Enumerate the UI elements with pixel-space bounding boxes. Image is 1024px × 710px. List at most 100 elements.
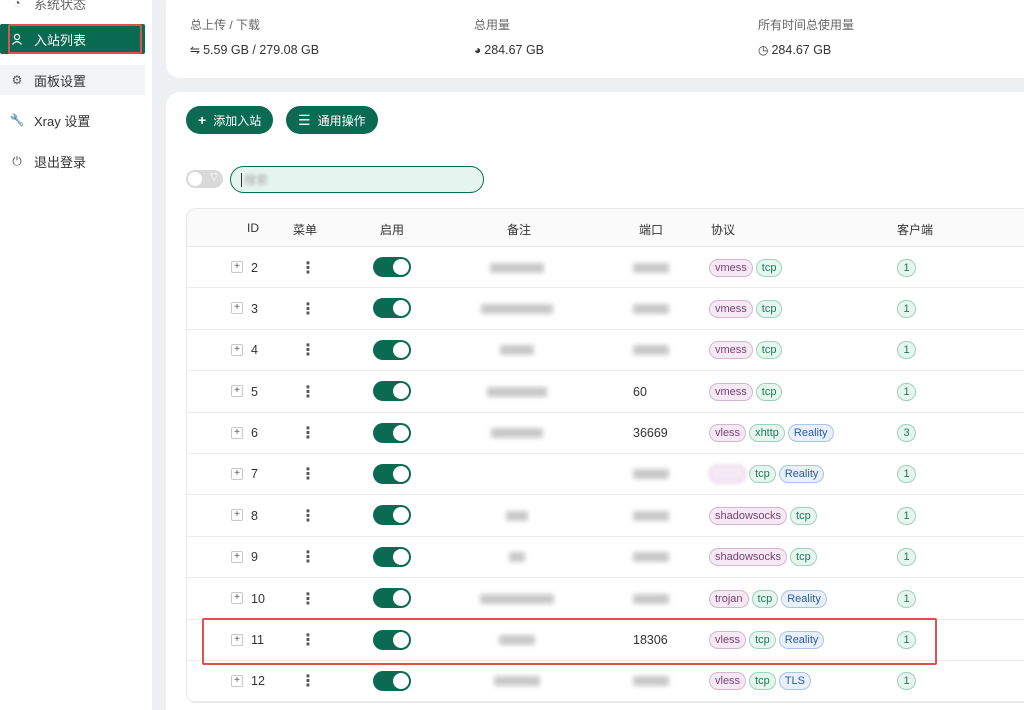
table-row[interactable]: +10 ⋮ trojan tcp Reality 1 <box>187 578 1024 620</box>
expand-icon[interactable]: + <box>231 509 243 522</box>
redacted-text <box>509 552 525 563</box>
more-menu-icon[interactable]: ⋮ <box>300 537 316 578</box>
client-count-badge[interactable]: 1 <box>897 465 916 484</box>
client-count-badge[interactable]: 1 <box>897 589 916 608</box>
enable-switch[interactable] <box>373 339 411 360</box>
client-count-badge[interactable]: 1 <box>897 672 916 691</box>
row-id: 11 <box>251 633 264 648</box>
sidebar-item-status[interactable]: ◔ 系统状态 <box>0 0 145 18</box>
enable-switch[interactable] <box>373 422 411 443</box>
table-row[interactable]: +9 ⋮ shadowsocks tcp 1 <box>187 537 1024 579</box>
protocol-tag: tcp <box>751 589 779 608</box>
expand-icon[interactable]: + <box>231 343 243 356</box>
clients-cell: 1 <box>897 495 916 536</box>
port-value: 36669 <box>633 426 668 441</box>
sidebar: ◔ 系统状态 入站列表 ⚙ 面板设置 🔧 Xray 设置 ⏻ 退出登录 <box>0 0 152 710</box>
expand-icon[interactable]: + <box>231 385 243 398</box>
enable-switch[interactable] <box>373 588 411 609</box>
expand-icon[interactable]: + <box>231 426 243 439</box>
client-count-badge[interactable]: 1 <box>897 299 916 318</box>
protocol-cell: vless xhttp Reality <box>709 413 837 454</box>
table-row[interactable]: +8 ⋮ shadowsocks tcp 1 <box>187 495 1024 537</box>
clients-cell: 3 <box>897 413 916 454</box>
expand-icon[interactable]: + <box>231 467 243 480</box>
table-row[interactable]: +3 ⋮ vmess tcp 1 <box>187 288 1024 330</box>
switch-knob <box>393 424 409 441</box>
enable-switch[interactable] <box>373 505 411 526</box>
client-count-badge[interactable]: 1 <box>897 341 916 360</box>
client-count-badge[interactable]: 1 <box>897 548 916 567</box>
table-row[interactable]: +2 ⋮ vmess tcp 1 <box>187 247 1024 289</box>
more-menu-icon[interactable]: ⋮ <box>300 661 316 702</box>
enable-switch[interactable] <box>373 463 411 484</box>
expand-icon[interactable]: + <box>231 592 243 605</box>
table-row[interactable]: +5 ⋮ 60 vmess tcp 1 <box>187 371 1024 413</box>
clients-cell: 1 <box>897 620 916 661</box>
protocol-tag: shadowsocks <box>709 548 788 567</box>
logout-icon: ⏻ <box>12 153 22 168</box>
more-menu-icon[interactable]: ⋮ <box>300 330 316 371</box>
expand-icon[interactable]: + <box>231 674 243 687</box>
protocol-tag: vmess <box>709 341 753 360</box>
sidebar-item-label: 入站列表 <box>34 32 87 48</box>
client-count-badge[interactable]: 1 <box>897 382 916 401</box>
expand-icon[interactable]: + <box>231 302 243 315</box>
table-row[interactable]: +11 ⋮ 18306 vless tcp Reality 1 <box>187 620 1024 661</box>
client-count-badge[interactable]: 1 <box>897 258 916 277</box>
row-id: 6 <box>251 426 258 441</box>
client-count-badge[interactable]: 3 <box>897 424 916 443</box>
alltime-stat: 所有时间总使用量 ◷ 284.67 GB <box>758 16 854 57</box>
port-cell <box>633 537 669 578</box>
sidebar-item-xray-settings[interactable]: 🔧 Xray 设置 <box>0 105 145 135</box>
remark-cell <box>477 578 557 619</box>
port-cell <box>633 578 669 619</box>
enable-switch[interactable] <box>373 629 411 650</box>
table-header: ID 菜单 启用 备注 端口 协议 客户端 <box>187 209 1024 247</box>
table-row[interactable]: +7 ⋮ vlesstcpReality 1 <box>187 454 1024 496</box>
tool-icon: 🔧 <box>9 113 25 127</box>
enable-switch[interactable] <box>373 298 411 319</box>
add-inbound-button[interactable]: + 添加入站 <box>186 106 274 134</box>
enable-switch[interactable] <box>373 670 411 691</box>
client-count-badge[interactable]: 1 <box>897 506 916 525</box>
protocol-tag: vless <box>709 672 747 691</box>
redacted-text <box>494 676 540 687</box>
more-menu-icon[interactable]: ⋮ <box>300 495 316 536</box>
expand-icon[interactable]: + <box>231 261 243 273</box>
more-menu-icon[interactable]: ⋮ <box>300 454 316 495</box>
general-actions-button[interactable]: ☰ 通用操作 <box>286 106 378 134</box>
row-id: 8 <box>251 508 258 523</box>
protocol-tag: Reality <box>781 589 827 608</box>
row-id: 7 <box>251 467 258 482</box>
more-menu-icon[interactable]: ⋮ <box>300 413 316 454</box>
client-count-badge[interactable]: 1 <box>897 631 916 650</box>
sidebar-item-inbounds[interactable]: 入站列表 <box>0 24 145 54</box>
redacted-text <box>633 552 669 563</box>
clients-cell: 1 <box>897 247 916 288</box>
search-input[interactable]: 搜索 <box>230 166 484 193</box>
remark-cell <box>477 495 557 536</box>
more-menu-icon[interactable]: ⋮ <box>300 578 316 619</box>
expand-icon[interactable]: + <box>231 633 243 646</box>
expand-icon[interactable]: + <box>231 550 243 563</box>
enable-switch[interactable] <box>373 381 411 402</box>
protocol-tag: vless <box>709 631 747 650</box>
filter-toggle[interactable]: ▽ <box>186 170 223 188</box>
enable-switch[interactable] <box>373 546 411 567</box>
table-row[interactable]: +4 ⋮ vmess tcp 1 <box>187 330 1024 372</box>
sidebar-item-logout[interactable]: ⏻ 退出登录 <box>0 146 145 176</box>
enable-switch[interactable] <box>373 257 411 277</box>
sidebar-item-panel-settings[interactable]: ⚙ 面板设置 <box>0 65 145 95</box>
more-menu-icon[interactable]: ⋮ <box>300 247 316 288</box>
protocol-tag: vmess <box>709 299 753 318</box>
protocol-cell: vmess tcp <box>709 247 785 288</box>
more-menu-icon[interactable]: ⋮ <box>300 371 316 412</box>
more-menu-icon[interactable]: ⋮ <box>300 288 316 329</box>
more-menu-icon[interactable]: ⋮ <box>300 620 316 661</box>
table-row[interactable]: +12 ⋮ vless tcp TLS 1 <box>187 661 1024 703</box>
stats-panel: 总上传 / 下载 ⇋ 5.59 GB / 279.08 GB 总用量 ◕ 284.6… <box>166 0 1024 78</box>
remark-cell <box>477 537 557 578</box>
switch-knob <box>393 465 409 482</box>
table-row[interactable]: +6 ⋮ 36669 vless xhttp Reality 3 <box>187 413 1024 454</box>
redacted-text <box>633 676 669 687</box>
